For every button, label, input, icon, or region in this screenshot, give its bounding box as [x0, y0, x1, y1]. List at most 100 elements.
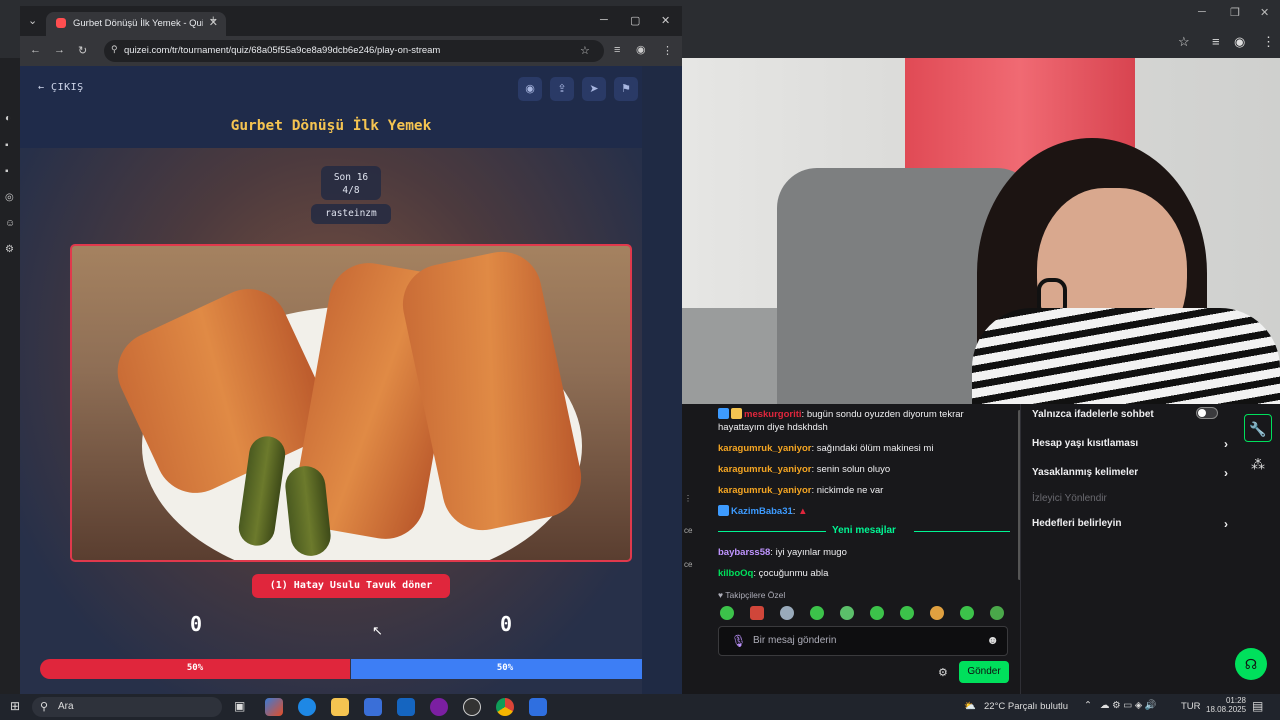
- headset-help-icon[interactable]: ☊: [1235, 648, 1267, 680]
- chat-username[interactable]: karagumruk_yaniyor: [718, 443, 811, 454]
- tray-chevron-icon[interactable]: ⌃: [1084, 700, 1092, 711]
- answer-option-label[interactable]: (1) Hatay Usulu Tavuk döner: [252, 574, 450, 598]
- close-icon[interactable]: ✕: [661, 14, 670, 27]
- edge-icon[interactable]: [298, 698, 316, 716]
- share-icon[interactable]: ⇪: [550, 77, 574, 101]
- chat-username[interactable]: karagumruk_yaniyor: [718, 464, 811, 475]
- quiz-title: Gurbet Dönüşü İlk Yemek: [230, 118, 432, 134]
- chat-username[interactable]: KazimBaba31: [731, 506, 793, 517]
- notification-icon[interactable]: ▤: [1252, 699, 1263, 713]
- badge-icon: [718, 408, 729, 419]
- gear-icon[interactable]: ⚙: [5, 244, 14, 255]
- windows-start-icon[interactable]: ⊞: [10, 699, 20, 713]
- weather-icon[interactable]: ⛅: [964, 701, 976, 712]
- emote-icon[interactable]: [750, 606, 764, 620]
- weather-text[interactable]: 22°C Parçalı bulutlu: [984, 701, 1068, 712]
- back-icon[interactable]: ←: [30, 44, 41, 56]
- emote-icon[interactable]: [900, 606, 914, 620]
- media-control-icon[interactable]: ≡: [614, 44, 620, 56]
- food-image-option-1[interactable]: [70, 244, 632, 562]
- profile-icon[interactable]: ◉: [636, 43, 646, 56]
- sidebar-icon[interactable]: ▪: [5, 140, 9, 151]
- send-button[interactable]: Gönder: [959, 661, 1009, 683]
- chat-username[interactable]: meskurgoriti: [744, 409, 802, 420]
- emote-only-toggle[interactable]: [1196, 407, 1218, 419]
- wrench-icon[interactable]: 🔧: [1244, 414, 1272, 442]
- menu-dots-icon[interactable]: ⋮: [1262, 34, 1275, 50]
- profile-icon[interactable]: ◉: [1234, 34, 1245, 50]
- search-icon: ⚲: [40, 701, 49, 713]
- setting-goals[interactable]: Hedefleri belirleyin ›: [1032, 517, 1232, 531]
- chat-message: karagumruk_yaniyor: nickimde ne var: [718, 485, 884, 496]
- send-icon[interactable]: ➤: [582, 77, 606, 101]
- language-indicator[interactable]: TUR: [1181, 701, 1201, 712]
- tab-quiz[interactable]: Gurbet Dönüşü İlk Yemek - Quiz ✕: [46, 12, 226, 36]
- bookmark-star-icon[interactable]: ☆: [1178, 34, 1190, 50]
- chat-left-strip: ⋮ ce ce: [682, 404, 704, 694]
- emote-icon[interactable]: [720, 606, 734, 620]
- reload-icon[interactable]: ↻: [78, 44, 87, 57]
- minimize-icon[interactable]: ─: [1198, 6, 1206, 18]
- badge-icon: [718, 505, 729, 516]
- background-address-bar: ☆ ≡ ◉ ⋮: [682, 30, 1280, 56]
- emote-icon[interactable]: [840, 606, 854, 620]
- bookmark-star-icon[interactable]: ☆: [580, 44, 590, 57]
- exit-button[interactable]: ← ÇIKIŞ: [38, 82, 84, 93]
- vote-right-percent: 50%: [496, 663, 514, 673]
- webcam-person-shirt: [972, 308, 1280, 404]
- flag-icon[interactable]: ⚑: [614, 77, 638, 101]
- eye-icon[interactable]: ◉: [518, 77, 542, 101]
- obs-icon[interactable]: [463, 698, 481, 716]
- url-field[interactable]: ⚲ quizei.com/tr/tournament/quiz/68a05f55…: [104, 40, 604, 62]
- minimize-icon[interactable]: ─: [600, 14, 608, 26]
- chat-settings-gear-icon[interactable]: ⚙: [938, 666, 948, 679]
- store-icon[interactable]: [364, 698, 382, 716]
- emote-icon[interactable]: [810, 606, 824, 620]
- forward-icon[interactable]: →: [54, 44, 65, 56]
- setting-emote-only[interactable]: Yalnızca ifadelerle sohbet: [1032, 407, 1232, 420]
- chat-username[interactable]: kilboOq: [718, 568, 753, 579]
- clock[interactable]: 01:28 18.08.2025: [1206, 696, 1246, 714]
- close-icon[interactable]: ✕: [1260, 6, 1269, 19]
- app-icon[interactable]: [529, 698, 547, 716]
- microphone-icon[interactable]: 🎙: [731, 634, 746, 648]
- round-indicator: Son 16 4/8: [321, 166, 381, 200]
- emote-icon[interactable]: [930, 606, 944, 620]
- page-scroll-area: [642, 66, 682, 694]
- emote-icon[interactable]: [990, 606, 1004, 620]
- setting-account-age[interactable]: Hesap yaşı kısıtlaması ›: [1032, 437, 1232, 451]
- emote-icon[interactable]: [960, 606, 974, 620]
- tab-search-icon[interactable]: ⌄: [28, 14, 37, 27]
- chat-message: baybarss58: iyi yayınlar mugo: [718, 547, 847, 558]
- sidebar-icon[interactable]: ◎: [5, 192, 14, 203]
- browser-titlebar: ⌄ Gurbet Dönüşü İlk Yemek - Quiz ✕ + ─ ▢…: [20, 6, 682, 36]
- maximize-icon[interactable]: ❐: [1230, 6, 1240, 19]
- outlook-icon[interactable]: [397, 698, 415, 716]
- sidebar-icon[interactable]: ☺: [5, 218, 15, 229]
- emote-icon[interactable]: [780, 606, 794, 620]
- sidebar-icon[interactable]: ▪: [5, 166, 9, 177]
- chat-username[interactable]: karagumruk_yaniyor: [718, 485, 811, 496]
- tray-icons[interactable]: ☁ ⚙ ▭ ◈ 🔊: [1100, 700, 1157, 711]
- sidebar-icon[interactable]: ◐: [5, 113, 11, 124]
- app-icon[interactable]: [430, 698, 448, 716]
- chat-username[interactable]: baybarss58: [718, 547, 770, 558]
- taskbar-search[interactable]: ⚲ Ara: [32, 697, 222, 717]
- setting-banned-words[interactable]: Yasaklanmış kelimeler ›: [1032, 466, 1232, 480]
- emote-icon[interactable]: [870, 606, 884, 620]
- copilot-icon[interactable]: [265, 698, 283, 716]
- extensions-icon[interactable]: ⁂: [1244, 450, 1272, 478]
- site-info-icon[interactable]: ⚲: [111, 44, 118, 55]
- chevron-right-icon: ›: [1224, 466, 1228, 480]
- menu-dots-icon[interactable]: ⋮: [662, 44, 673, 57]
- task-view-icon[interactable]: ▣: [234, 699, 245, 713]
- chrome-icon[interactable]: [496, 698, 514, 716]
- new-tab-icon[interactable]: +: [210, 14, 216, 26]
- chat-message: KazimBaba31: ▲: [718, 505, 1008, 518]
- maximize-icon[interactable]: ▢: [630, 14, 640, 27]
- file-explorer-icon[interactable]: [331, 698, 349, 716]
- chat-message: meskurgoriti: bugün sondu oyuzden diyoru…: [718, 408, 964, 433]
- emoji-picker-icon[interactable]: ☻: [986, 633, 999, 647]
- media-control-icon[interactable]: ≡: [1212, 34, 1220, 49]
- chat-input[interactable]: 🎙 Bir mesaj gönderin ☻: [718, 626, 1008, 656]
